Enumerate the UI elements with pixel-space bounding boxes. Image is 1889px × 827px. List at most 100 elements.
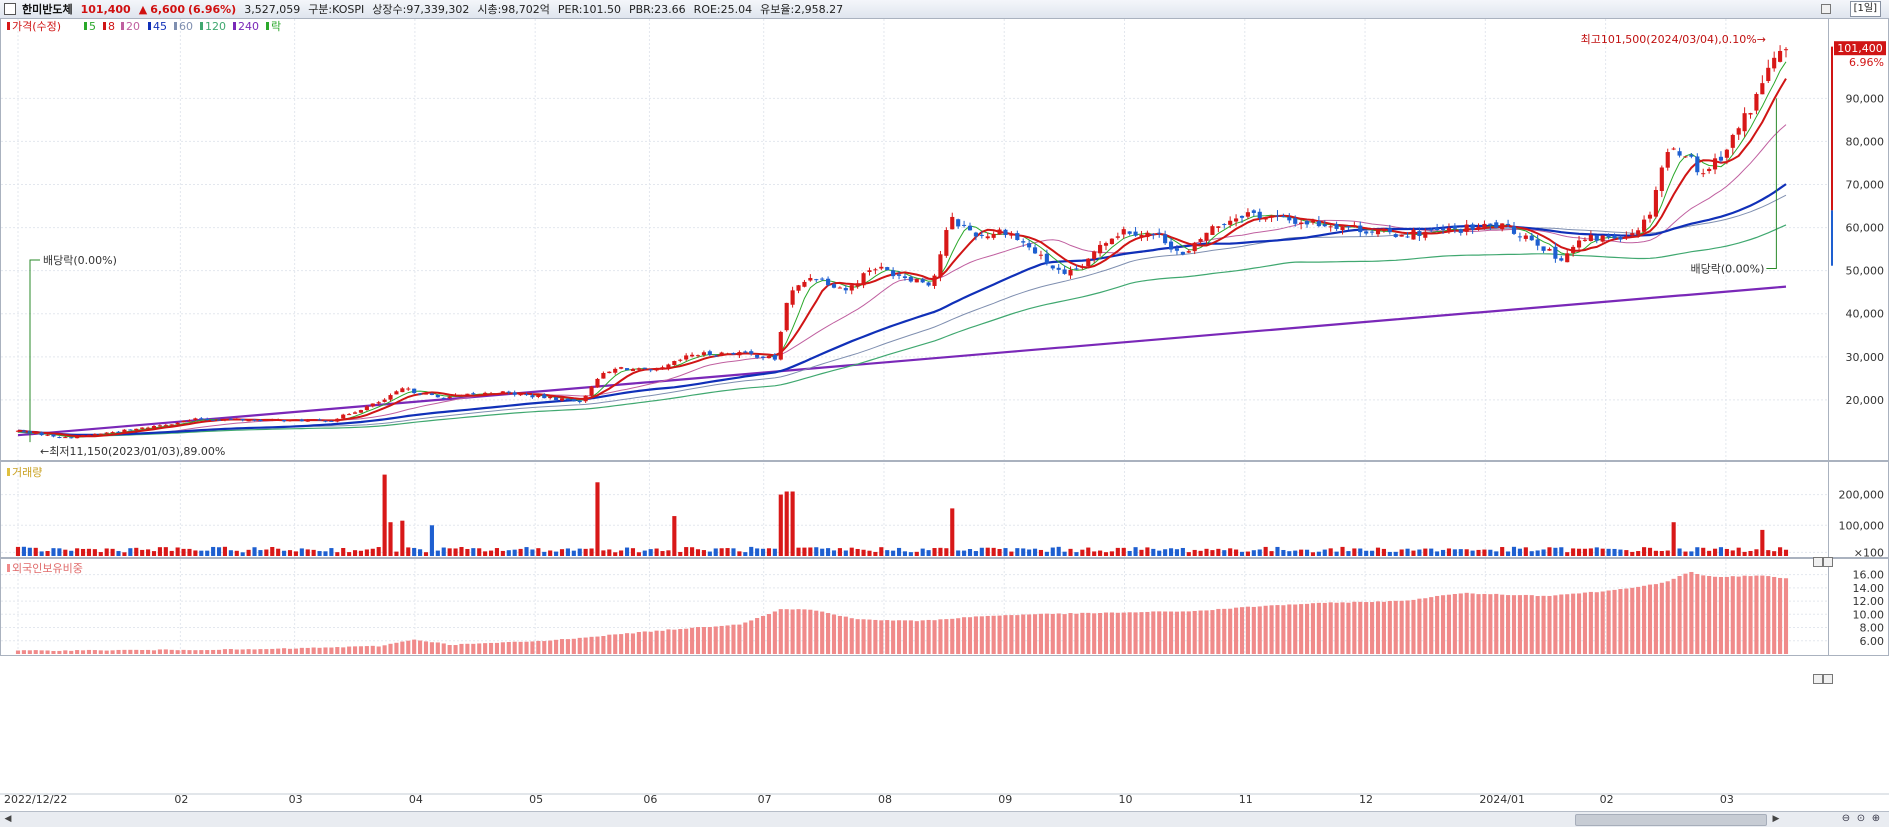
volume-bar — [672, 516, 677, 556]
candle-body — [1269, 215, 1274, 218]
candle-body — [772, 354, 777, 360]
foreign-ratio-bar — [666, 629, 671, 654]
scroll-thumb[interactable] — [1575, 814, 1767, 826]
candle-body — [1216, 226, 1221, 228]
volume-bar — [512, 549, 517, 556]
foreign-ratio-bar — [1718, 577, 1724, 654]
candle-body — [991, 233, 996, 238]
candle-body — [287, 419, 293, 422]
candle-body — [1653, 189, 1658, 217]
foreign-ratio-bar — [86, 649, 92, 654]
volume-bar — [808, 547, 813, 556]
foreign-ratio-bar — [1328, 602, 1333, 654]
volume-bar — [1251, 550, 1256, 556]
candle-body — [648, 369, 653, 371]
candle — [1695, 153, 1700, 176]
candle-body — [530, 395, 535, 398]
volume-bar — [506, 550, 511, 556]
foreign-ratio-bar — [1399, 600, 1404, 654]
volume-bar — [1659, 551, 1664, 556]
volume-bar — [1423, 548, 1428, 556]
zoom-out-icon[interactable]: ⊖ — [1840, 813, 1852, 825]
ma5-line — [17, 61, 1787, 438]
volume-bar — [311, 549, 316, 556]
volume-bar — [1411, 550, 1416, 556]
volume-bar — [760, 548, 766, 556]
candle — [483, 391, 488, 395]
candle — [1015, 230, 1020, 241]
candle — [299, 418, 304, 422]
volume-bar — [1257, 549, 1262, 556]
volume-bar — [75, 548, 80, 556]
volume-bar — [1121, 547, 1126, 556]
volume-bar — [530, 549, 535, 556]
foreign-ratio-bar — [542, 641, 547, 654]
candle-body — [542, 394, 547, 399]
volume-bar — [222, 546, 228, 556]
chart-scrollbar[interactable]: ◀ ▶ ⊖ ⊙ ⊕ — [0, 811, 1889, 827]
candle-body — [92, 434, 97, 436]
foreign-ratio-bar — [1488, 594, 1493, 654]
foreign-ratio-bar — [394, 642, 399, 654]
candle-body — [1375, 229, 1381, 235]
volume-y-tick-2: ×100 — [1854, 546, 1884, 559]
candle-body — [630, 368, 636, 372]
stock-name[interactable]: 한미반도체 — [22, 1, 73, 17]
foreign-ratio-bar — [559, 639, 565, 654]
foreign-ratio-bar — [323, 647, 328, 654]
candle-body — [181, 420, 186, 423]
volume-bar — [867, 550, 872, 556]
candle-body — [80, 435, 86, 437]
candle — [855, 280, 860, 289]
per-value: PER:101.50 — [557, 2, 621, 16]
volume-bar — [151, 551, 157, 556]
volume-panel-maximize-icon[interactable] — [1813, 557, 1823, 567]
foreign-panel-maximize-icon[interactable] — [1813, 674, 1823, 684]
candle-body — [1529, 235, 1534, 241]
foreign-ratio-bar — [21, 650, 26, 654]
volume-bar — [305, 549, 310, 556]
scroll-left-icon[interactable]: ◀ — [2, 813, 14, 825]
volume-panel-close-icon[interactable] — [1823, 557, 1833, 567]
candle-body — [908, 276, 913, 282]
candle — [991, 231, 996, 240]
volume-bar — [240, 552, 245, 556]
scroll-right-icon[interactable]: ▶ — [1770, 813, 1782, 825]
candle — [1287, 213, 1292, 224]
foreign-ratio-bar — [967, 617, 973, 654]
volume-y-tick-1: 100,000 — [1839, 519, 1885, 532]
volume-bar — [1677, 548, 1682, 556]
zoom-in-icon[interactable]: ⊕ — [1870, 813, 1882, 825]
x-tick-8: 09 — [998, 793, 1012, 806]
volume-bar — [1582, 548, 1588, 556]
volume-bar — [731, 548, 736, 556]
candle-body — [879, 266, 884, 269]
chart-canvas[interactable]: 20,000 30,000 40,000 50,000 60,000 70,000 80,0… — [0, 18, 1889, 811]
foreign-ratio-bar — [1689, 571, 1694, 654]
volume-bar — [885, 550, 890, 556]
candle-body — [1541, 246, 1546, 251]
period-selector-button[interactable]: [1일] — [1849, 1, 1881, 17]
volume-bar — [435, 550, 440, 556]
candle-body — [1050, 265, 1055, 269]
volume-bar — [347, 552, 352, 556]
foreign-ratio-bar — [216, 649, 222, 654]
volume-bar — [1204, 548, 1209, 556]
candle — [1121, 226, 1126, 239]
menu-checkbox-icon[interactable] — [4, 3, 16, 15]
volume-bar — [1683, 551, 1688, 556]
volume-bar — [1600, 548, 1605, 556]
foreign-ratio-bar — [985, 615, 990, 654]
zoom-reset-icon[interactable]: ⊙ — [1855, 813, 1867, 825]
volume-bar — [1718, 547, 1724, 556]
maximize-icon[interactable] — [1821, 4, 1831, 14]
foreign-ratio-bar — [1511, 595, 1517, 654]
candle-body — [749, 351, 754, 354]
foreign-ratio-bar — [1021, 614, 1026, 654]
candle-body — [820, 278, 825, 280]
candle-body — [1594, 235, 1599, 241]
foreign-ratio-bar — [341, 647, 346, 654]
candle — [323, 420, 328, 423]
foreign-panel-close-icon[interactable] — [1823, 674, 1833, 684]
foreign-ratio-bar — [1588, 591, 1593, 654]
